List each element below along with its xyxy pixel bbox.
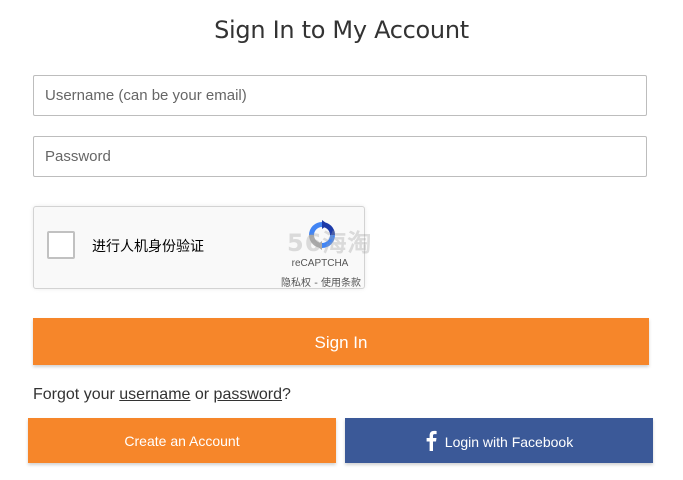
- forgot-prefix: Forgot your: [33, 386, 120, 403]
- facebook-login-button[interactable]: Login with Facebook: [345, 418, 653, 463]
- recaptcha-terms-link[interactable]: 隐私权 - 使用条款: [256, 274, 361, 289]
- username-input[interactable]: [33, 75, 647, 116]
- forgot-username-link[interactable]: username: [119, 386, 190, 403]
- facebook-icon: [426, 431, 437, 452]
- facebook-login-label: Login with Facebook: [444, 433, 574, 450]
- create-account-button[interactable]: Create an Account: [28, 418, 336, 463]
- recaptcha-label: 进行人机身份验证: [92, 239, 204, 255]
- sign-in-button[interactable]: Sign In: [33, 318, 649, 365]
- forgot-credentials-text: Forgot your username or password?: [33, 386, 291, 404]
- sign-in-page: Sign In to My Account 进行人机身份验证 reCAPTCHA…: [0, 0, 683, 480]
- forgot-middle: or: [190, 386, 214, 403]
- password-input[interactable]: [33, 136, 647, 177]
- recaptcha-brand: reCAPTCHA: [291, 258, 349, 269]
- recaptcha-checkbox[interactable]: [47, 231, 75, 259]
- page-title: Sign In to My Account: [214, 16, 469, 44]
- forgot-password-link[interactable]: password: [214, 386, 282, 403]
- watermark-logo: 56海淘: [287, 229, 373, 257]
- forgot-suffix: ?: [282, 386, 291, 403]
